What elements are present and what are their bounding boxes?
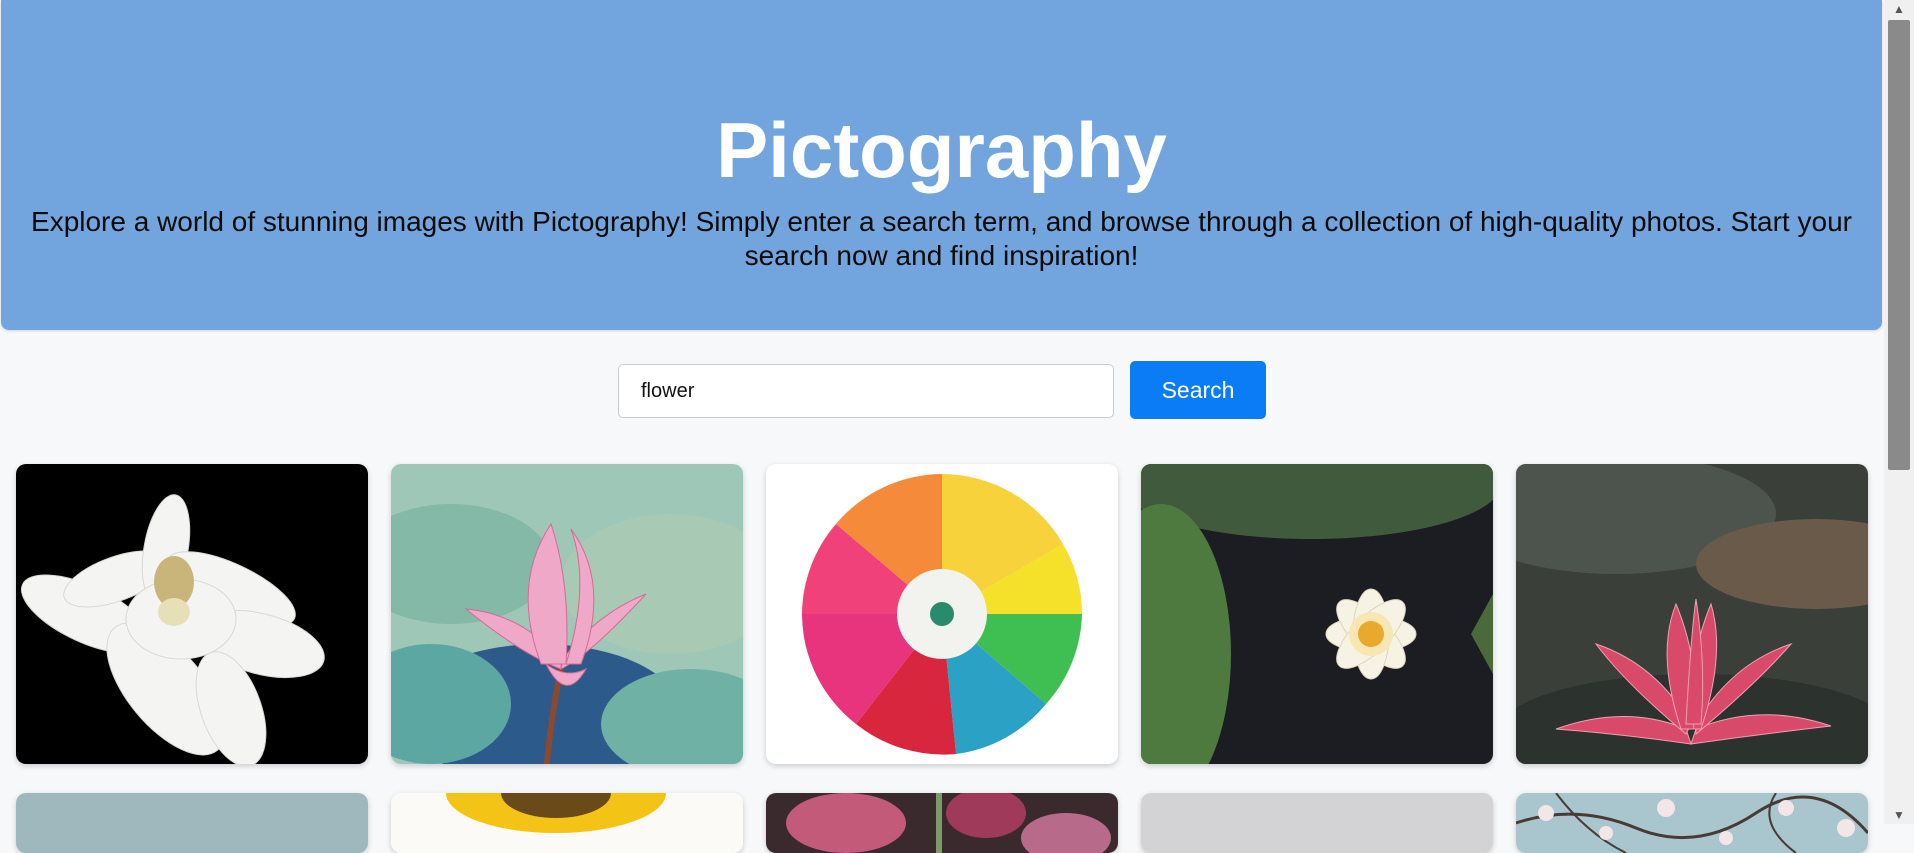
- image-card-partial-1[interactable]: [16, 793, 368, 853]
- sunflower-image: [391, 793, 743, 853]
- magnolia-image: [16, 464, 368, 764]
- pink-blossoms-image: [766, 793, 1118, 853]
- image-card-pink-lotus[interactable]: [391, 464, 743, 764]
- image-card-rainbow-chrysanthemum[interactable]: [766, 464, 1118, 764]
- water-lily-image: [1141, 464, 1493, 764]
- grey-image: [1141, 793, 1493, 853]
- scrollbar-thumb[interactable]: [1888, 20, 1910, 470]
- branches-image: [1516, 793, 1868, 853]
- pink-lotus-image: [391, 464, 743, 764]
- search-input[interactable]: [618, 364, 1114, 418]
- image-card-sunflower[interactable]: [391, 793, 743, 853]
- scroll-up-arrow-icon[interactable]: ▲: [1884, 0, 1914, 18]
- scroll-down-arrow-icon[interactable]: ▼: [1884, 806, 1914, 824]
- partial-image-1: [16, 793, 368, 853]
- image-card-pink-blossoms[interactable]: [766, 793, 1118, 853]
- vertical-scrollbar[interactable]: ▲ ▼: [1884, 0, 1914, 824]
- search-button[interactable]: Search: [1130, 361, 1266, 419]
- image-card-magnolia[interactable]: [16, 464, 368, 764]
- image-card-branches[interactable]: [1516, 793, 1868, 853]
- hero-banner: Pictography Explore a world of stunning …: [1, 0, 1882, 330]
- pink-lotus-blossom-image: [1516, 464, 1868, 764]
- page: Pictography Explore a world of stunning …: [0, 0, 1884, 853]
- search-bar: Search: [0, 361, 1884, 419]
- page-title: Pictography: [716, 106, 1167, 194]
- image-card-pink-lotus-blossom[interactable]: [1516, 464, 1868, 764]
- rainbow-flower-image: [766, 464, 1118, 764]
- image-card-water-lily[interactable]: [1141, 464, 1493, 764]
- image-card-grey[interactable]: [1141, 793, 1493, 853]
- hero-description: Explore a world of stunning images with …: [31, 206, 1852, 271]
